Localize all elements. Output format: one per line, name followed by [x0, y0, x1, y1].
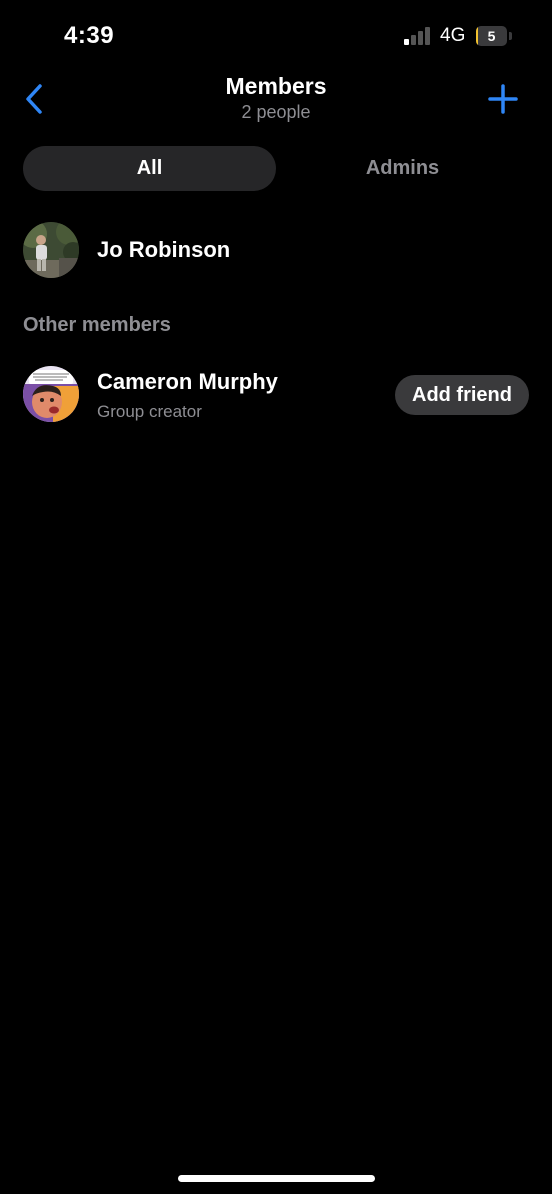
avatar [23, 222, 79, 278]
battery-cap [509, 32, 512, 40]
avatar [23, 366, 79, 422]
tab-all[interactable]: All [23, 146, 276, 191]
member-row-jo-robinson[interactable]: Jo Robinson [0, 222, 552, 278]
battery-level: 5 [487, 28, 496, 44]
signal-strength-icon [404, 27, 432, 45]
section-label-other-members: Other members [23, 314, 171, 336]
member-name: Jo Robinson [97, 237, 231, 262]
status-time: 4:39 [64, 22, 115, 49]
status-bar: 4:39 4G 5 [0, 0, 552, 70]
add-friend-button[interactable]: Add friend [395, 375, 529, 415]
tab-admins[interactable]: Admins [276, 146, 529, 191]
member-role: Group creator [97, 402, 202, 421]
plus-icon [488, 84, 518, 114]
page-title: Members [225, 73, 327, 99]
member-name: Cameron Murphy [97, 369, 278, 394]
member-count: 2 people [241, 102, 311, 122]
battery-icon: 5 [476, 26, 507, 46]
add-member-button[interactable] [486, 82, 520, 116]
network-type: 4G [440, 25, 466, 46]
home-indicator[interactable] [178, 1175, 375, 1182]
